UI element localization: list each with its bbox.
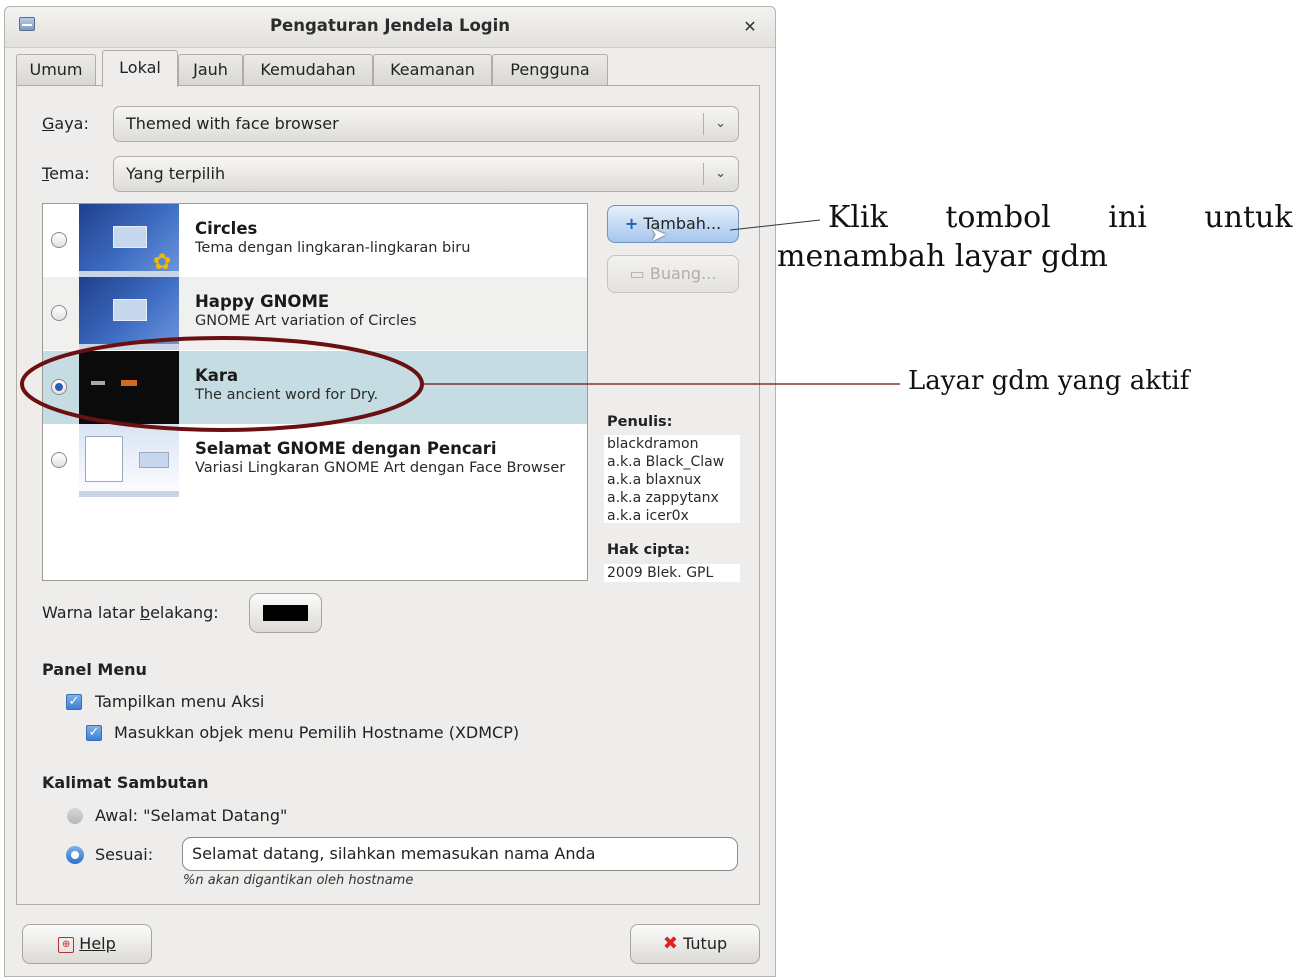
- theme-label: Tema:: [42, 164, 90, 183]
- help-icon: ⊕: [58, 936, 75, 953]
- author-label: Penulis:: [607, 414, 673, 430]
- custom-welcome-input[interactable]: Selamat datang, silahkan memasukan nama …: [182, 837, 738, 871]
- chevron-down-icon: ⌄: [715, 166, 726, 181]
- welcome-hint: %n akan digantikan oleh hostname: [183, 873, 414, 888]
- author-line: a.k.a icer0x: [607, 508, 689, 524]
- style-label: Gaya:: [42, 114, 89, 133]
- author-line: a.k.a zappytanx: [607, 490, 719, 506]
- default-welcome-label[interactable]: Awal: "Selamat Datang": [95, 806, 287, 825]
- close-x-icon: ✖: [662, 933, 678, 954]
- theme-row-circles[interactable]: ✿ Circles Tema dengan lingkaran-lingkara…: [43, 204, 587, 277]
- background-color-label: Warna latar belakang:: [42, 603, 219, 622]
- theme-name: Selamat GNOME dengan Pencari: [195, 439, 497, 458]
- minus-icon: ▭: [629, 264, 645, 283]
- theme-description: The ancient word for Dry.: [195, 387, 379, 403]
- custom-welcome-label[interactable]: Sesuai:: [95, 845, 153, 864]
- remove-button-label: Buang...: [649, 264, 717, 283]
- theme-thumbnail: [79, 351, 179, 424]
- theme-radio[interactable]: [51, 232, 67, 248]
- copyright-label: Hak cipta:: [607, 542, 691, 558]
- tab-jauh[interactable]: Jauh: [178, 54, 243, 86]
- show-actions-label[interactable]: Tampilkan menu Aksi: [95, 692, 264, 711]
- custom-welcome-radio[interactable]: [66, 846, 84, 864]
- color-swatch: [263, 605, 308, 621]
- active-note: Layar gdm yang aktif: [908, 366, 1190, 396]
- theme-radio[interactable]: [51, 452, 67, 468]
- add-theme-button[interactable]: + Tambah...: [607, 205, 739, 243]
- tab-keamanan[interactable]: Keamanan: [373, 54, 492, 86]
- theme-name: Kara: [195, 366, 239, 385]
- xdmcp-chooser-checkbox[interactable]: ✓: [86, 725, 102, 741]
- default-welcome-radio[interactable]: [67, 808, 83, 824]
- theme-description: Tema dengan lingkaran-lingkaran biru: [195, 240, 471, 256]
- plus-icon: +: [624, 214, 639, 233]
- flower-icon: ✿: [153, 250, 172, 275]
- style-combo-value: Themed with face browser: [126, 114, 339, 133]
- theme-thumbnail: [79, 277, 179, 350]
- help-button[interactable]: ⊕ Help: [22, 924, 152, 964]
- chevron-down-icon: ⌄: [715, 116, 726, 131]
- close-button-label: Tutup: [683, 934, 728, 953]
- tab-lokal[interactable]: Lokal: [102, 50, 178, 87]
- remove-theme-button[interactable]: ▭ Buang...: [607, 255, 739, 293]
- tab-kemudahan[interactable]: Kemudahan: [243, 54, 373, 86]
- author-line: a.k.a blaxnux: [607, 472, 702, 488]
- theme-combo[interactable]: Yang terpilih ⌄: [113, 156, 739, 192]
- window-title: Pengaturan Jendela Login: [269, 16, 511, 35]
- theme-row-kara[interactable]: Kara The ancient word for Dry.: [43, 351, 587, 424]
- background-color-button[interactable]: [249, 593, 322, 633]
- panel-menu-heading: Panel Menu: [42, 660, 147, 679]
- theme-radio-selected[interactable]: [51, 379, 67, 395]
- add-note-line1: Klik tombol ini untuk: [828, 200, 1293, 235]
- mouse-cursor-icon: ➤: [650, 222, 667, 246]
- add-note-line2: menambah layar gdm: [777, 239, 1108, 274]
- title-bar[interactable]: Pengaturan Jendela Login ✕: [5, 7, 775, 48]
- theme-name: Circles: [195, 219, 258, 238]
- show-actions-checkbox[interactable]: ✓: [66, 694, 82, 710]
- tab-umum[interactable]: Umum: [16, 54, 96, 86]
- theme-combo-value: Yang terpilih: [126, 164, 226, 183]
- theme-name: Happy GNOME: [195, 292, 330, 311]
- style-combo[interactable]: Themed with face browser ⌄: [113, 106, 739, 142]
- author-line: a.k.a Black_Claw: [607, 454, 725, 470]
- author-list: blackdramon a.k.a Black_Claw a.k.a blaxn…: [604, 435, 740, 524]
- theme-thumbnail: [79, 424, 179, 497]
- theme-row-selamat-gnome[interactable]: Selamat GNOME dengan Pencari Variasi Lin…: [43, 424, 587, 497]
- theme-list[interactable]: ✿ Circles Tema dengan lingkaran-lingkara…: [42, 203, 588, 581]
- close-button[interactable]: ✖ Tutup: [630, 924, 760, 964]
- theme-thumbnail: ✿: [79, 204, 179, 277]
- author-line: blackdramon: [607, 436, 699, 452]
- theme-description: GNOME Art variation of Circles: [195, 313, 417, 329]
- copyright-value: 2009 Blek. GPL: [604, 564, 740, 582]
- close-window-icon[interactable]: ✕: [738, 16, 762, 38]
- theme-description: Variasi Lingkaran GNOME Art dengan Face …: [195, 460, 566, 476]
- help-button-label: Help: [79, 934, 116, 953]
- welcome-heading: Kalimat Sambutan: [42, 773, 209, 792]
- xdmcp-chooser-label[interactable]: Masukkan objek menu Pemilih Hostname (XD…: [114, 723, 519, 742]
- tab-pengguna[interactable]: Pengguna: [492, 54, 608, 86]
- theme-radio[interactable]: [51, 305, 67, 321]
- theme-row-happy-gnome[interactable]: Happy GNOME GNOME Art variation of Circl…: [43, 277, 587, 350]
